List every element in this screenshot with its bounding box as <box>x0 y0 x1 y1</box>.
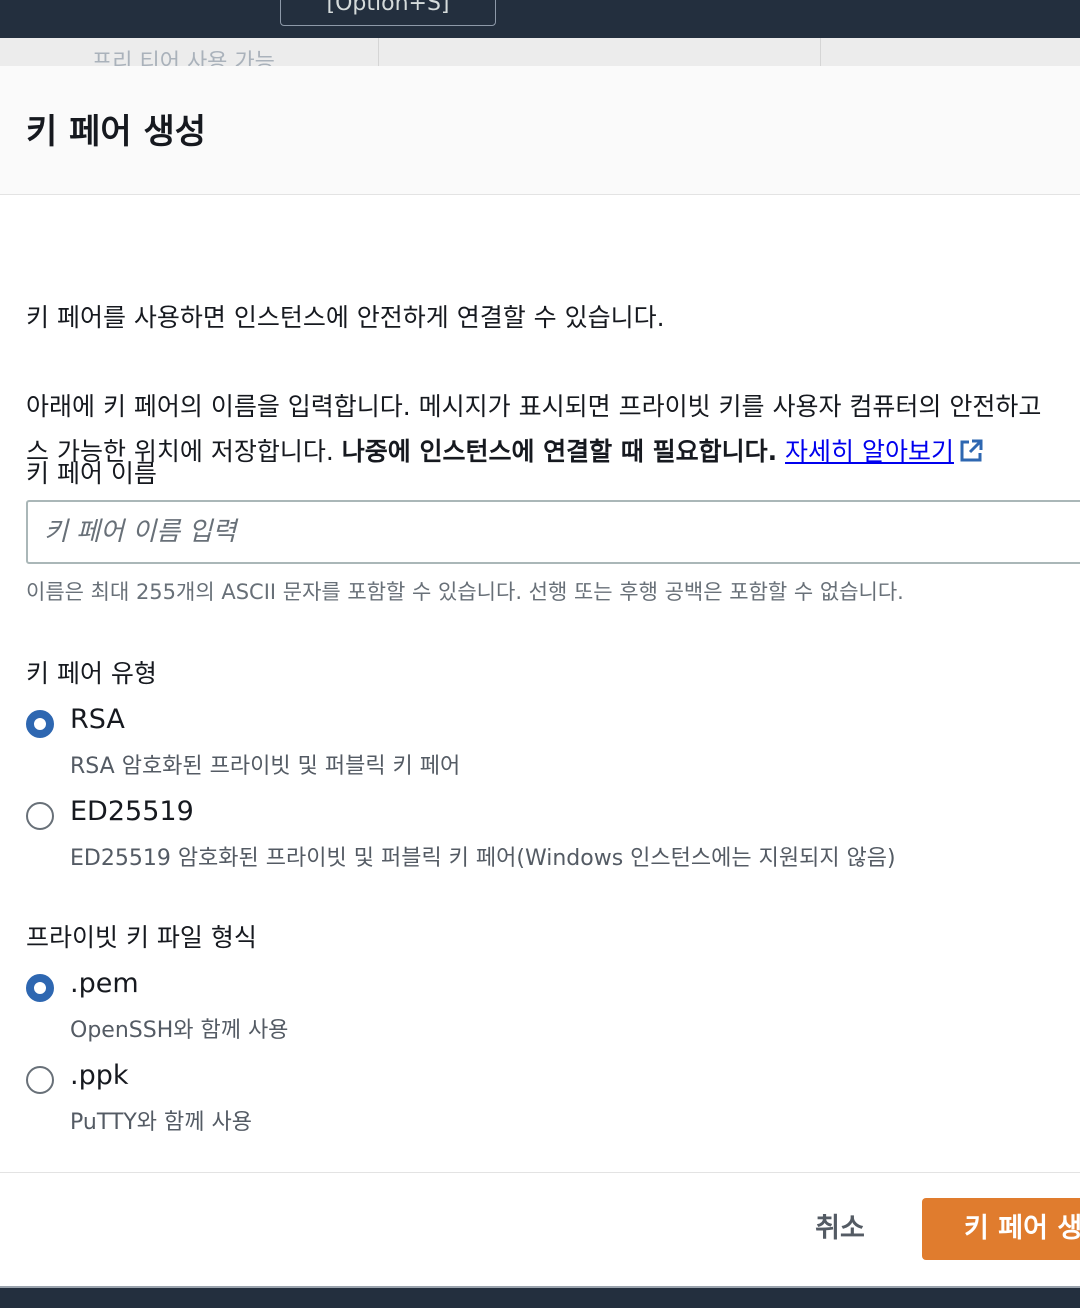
create-key-pair-modal: 키 페어 생성 키 페어를 사용하면 인스턴스에 안전하게 연결할 수 있습니다… <box>0 66 1080 1286</box>
instructions-text: 아래에 키 페어의 이름을 입력합니다. 메시지가 표시되면 프라이빗 키를 사… <box>26 384 1080 474</box>
key-name-input[interactable] <box>26 500 1080 564</box>
modal-header: 키 페어 생성 <box>0 66 1080 195</box>
radio-button-ppk[interactable] <box>26 1066 54 1094</box>
radio-label: .ppk <box>70 1060 129 1091</box>
key-name-hint: 이름은 최대 255개의 ASCII 문자를 포함할 수 있습니다. 선행 또는… <box>26 580 904 604</box>
radio-description: ED25519 암호화된 프라이빗 및 퍼블릭 키 페어(Windows 인스턴… <box>70 846 896 871</box>
radio-button-ed25519[interactable] <box>26 802 54 830</box>
learn-more-label: 자세히 알아보기 <box>785 437 954 466</box>
background-table-row: 프리 티어 사용 가능 <box>0 38 1080 66</box>
instructions-bold: 나중에 인스턴스에 연결할 때 필요합니다. <box>341 437 778 466</box>
radio-description: PuTTY와 함께 사용 <box>70 1110 252 1135</box>
create-key-pair-button[interactable]: 키 페어 생성 <box>922 1198 1080 1260</box>
radio-description: OpenSSH와 함께 사용 <box>70 1018 289 1043</box>
file-format-label: 프라이빗 키 파일 형식 <box>26 923 257 952</box>
radio-button-pem[interactable] <box>26 974 54 1002</box>
top-nav-bar: [Option+S] <box>0 0 1080 38</box>
column-divider <box>820 38 821 66</box>
cancel-button[interactable]: 취소 <box>790 1198 890 1260</box>
instructions-line2: 스 가능한 위치에 저장합니다. 나중에 인스턴스에 연결할 때 필요합니다. … <box>26 429 1080 474</box>
column-divider <box>378 38 379 66</box>
instructions-line1: 아래에 키 페어의 이름을 입력합니다. 메시지가 표시되면 프라이빗 키를 사… <box>26 392 1042 421</box>
radio-label: ED25519 <box>70 796 194 827</box>
footer-divider <box>0 1172 1080 1173</box>
radio-button-rsa[interactable] <box>26 710 54 738</box>
key-type-label: 키 페어 유형 <box>26 659 157 688</box>
free-tier-text: 프리 티어 사용 가능 <box>92 50 275 66</box>
search-shortcut-button[interactable]: [Option+S] <box>280 0 496 26</box>
intro-text: 키 페어를 사용하면 인스턴스에 안전하게 연결할 수 있습니다. <box>26 303 665 332</box>
key-name-label: 키 페어 이름 <box>26 459 157 488</box>
radio-label: RSA <box>70 704 125 735</box>
bottom-bar <box>0 1286 1080 1308</box>
radio-label: .pem <box>70 968 139 999</box>
radio-description: RSA 암호화된 프라이빗 및 퍼블릭 키 페어 <box>70 754 461 779</box>
modal-title: 키 페어 생성 <box>26 112 207 152</box>
external-link-icon <box>960 439 983 462</box>
learn-more-link[interactable]: 자세히 알아보기 <box>785 437 984 466</box>
